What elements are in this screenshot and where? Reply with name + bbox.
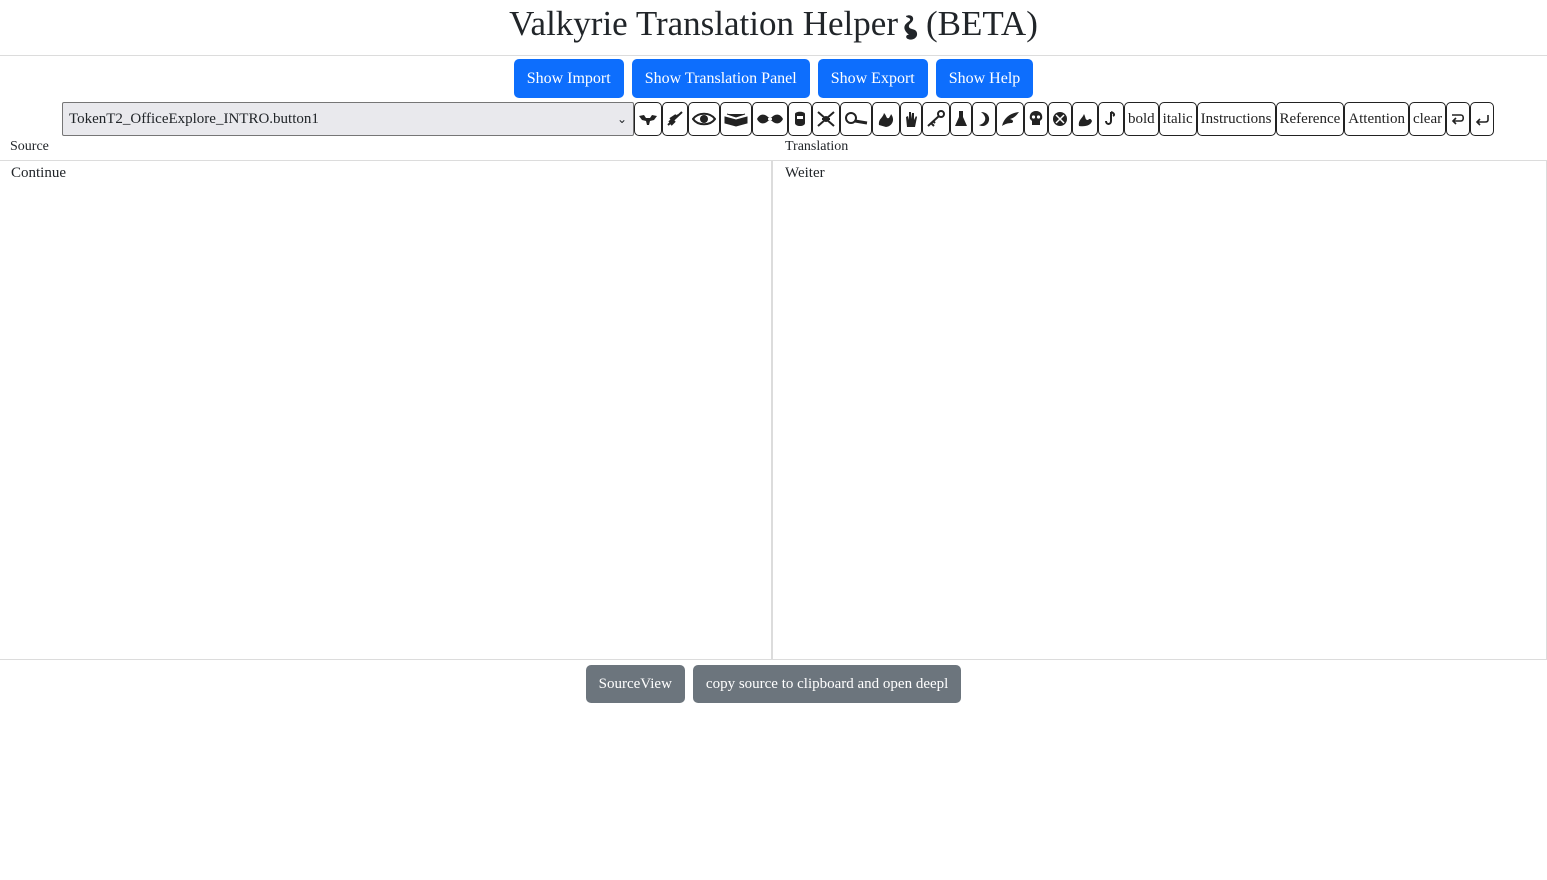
- skull-icon: [1029, 111, 1043, 125]
- chemistry-icon-button[interactable]: [950, 102, 972, 136]
- chevron-down-icon: ⌄: [616, 112, 627, 126]
- moon-icon-button[interactable]: [972, 102, 996, 136]
- elder-sign-icon-button[interactable]: [1048, 102, 1072, 136]
- translation-key-select[interactable]: TokenT2_OfficeExplore_INTRO.button1 ⌄: [62, 102, 634, 136]
- reference-button[interactable]: Reference: [1275, 102, 1345, 136]
- hand-icon-button[interactable]: [900, 102, 922, 136]
- research-icon-button[interactable]: [840, 102, 872, 136]
- top-button-bar: Show Import Show Translation Panel Show …: [0, 59, 1547, 98]
- agility-icon: [667, 111, 683, 126]
- observation-icon-button[interactable]: [688, 102, 720, 136]
- app-logo-icon: [904, 15, 918, 40]
- tentacle-icon: [1078, 114, 1092, 127]
- editor-toolbar: TokenT2_OfficeExplore_INTRO.button1 ⌄ bo…: [62, 102, 1495, 136]
- attention-button[interactable]: Attention: [1344, 102, 1409, 136]
- hook-icon-button[interactable]: [1098, 102, 1124, 136]
- translation-text: Weiter: [785, 165, 825, 181]
- skull-icon-button[interactable]: [1024, 102, 1048, 136]
- fire-icon: [878, 113, 894, 127]
- source-label: Source: [10, 139, 49, 154]
- strength-icon-button[interactable]: [634, 102, 662, 136]
- influence-icon: [757, 114, 783, 124]
- wing-icon: [1002, 112, 1019, 126]
- key-icon-button[interactable]: [922, 102, 950, 136]
- redo-icon: [1451, 114, 1465, 125]
- pane-labels: Source Translation: [0, 139, 1547, 159]
- undo-icon: [1475, 115, 1489, 126]
- redo-button[interactable]: [1446, 102, 1471, 136]
- chemistry-icon: [955, 111, 967, 126]
- lore-icon-button[interactable]: [720, 102, 752, 136]
- influence-icon-button[interactable]: [752, 102, 788, 136]
- undo-button[interactable]: [1470, 102, 1495, 136]
- hook-icon: [1105, 111, 1116, 125]
- elder-sign-icon: [1053, 112, 1067, 126]
- agility-icon-button[interactable]: [662, 102, 688, 136]
- will-icon: [795, 111, 805, 126]
- clear-button[interactable]: clear: [1408, 102, 1447, 136]
- fire-icon-button[interactable]: [872, 102, 900, 136]
- translation-key-value: TokenT2_OfficeExplore_INTRO.button1: [69, 111, 319, 127]
- bold-button[interactable]: bold: [1124, 102, 1159, 136]
- translation-label: Translation: [785, 139, 849, 154]
- lore-icon: [724, 113, 748, 127]
- source-text: Continue: [11, 165, 66, 181]
- show-import-button[interactable]: Show Import: [513, 59, 624, 98]
- header-divider: [0, 55, 1547, 56]
- show-translation-panel-button[interactable]: Show Translation Panel: [631, 59, 810, 98]
- app-title: Valkyrie Translation Helper: [509, 4, 898, 43]
- bottom-button-bar: SourceView copy source to clipboard and …: [0, 665, 1547, 703]
- hand-icon: [906, 112, 917, 127]
- copy-to-deepl-button[interactable]: copy source to clipboard and open deepl: [692, 665, 962, 703]
- source-pane[interactable]: Continue: [0, 161, 773, 660]
- key-icon: [927, 110, 945, 127]
- wing-icon-button[interactable]: [996, 102, 1024, 136]
- app-title-suffix: (BETA): [925, 4, 1038, 43]
- observation-icon: [692, 112, 716, 126]
- instructions-button[interactable]: Instructions: [1196, 102, 1276, 136]
- show-export-button[interactable]: Show Export: [817, 59, 928, 98]
- editor-panes: Continue Weiter: [0, 160, 1547, 660]
- page-title: Valkyrie Translation Helper (BETA): [0, 0, 1547, 50]
- translation-pane[interactable]: Weiter: [773, 161, 1547, 660]
- research-icon: [845, 112, 868, 125]
- moon-icon: [979, 112, 990, 127]
- source-view-button[interactable]: SourceView: [585, 665, 685, 703]
- combat-icon: [817, 111, 835, 127]
- strength-icon: [639, 115, 657, 125]
- show-help-button[interactable]: Show Help: [935, 59, 1034, 98]
- combat-icon-button[interactable]: [812, 102, 840, 136]
- tentacle-icon-button[interactable]: [1072, 102, 1098, 136]
- will-icon-button[interactable]: [788, 102, 812, 136]
- italic-button[interactable]: italic: [1158, 102, 1197, 136]
